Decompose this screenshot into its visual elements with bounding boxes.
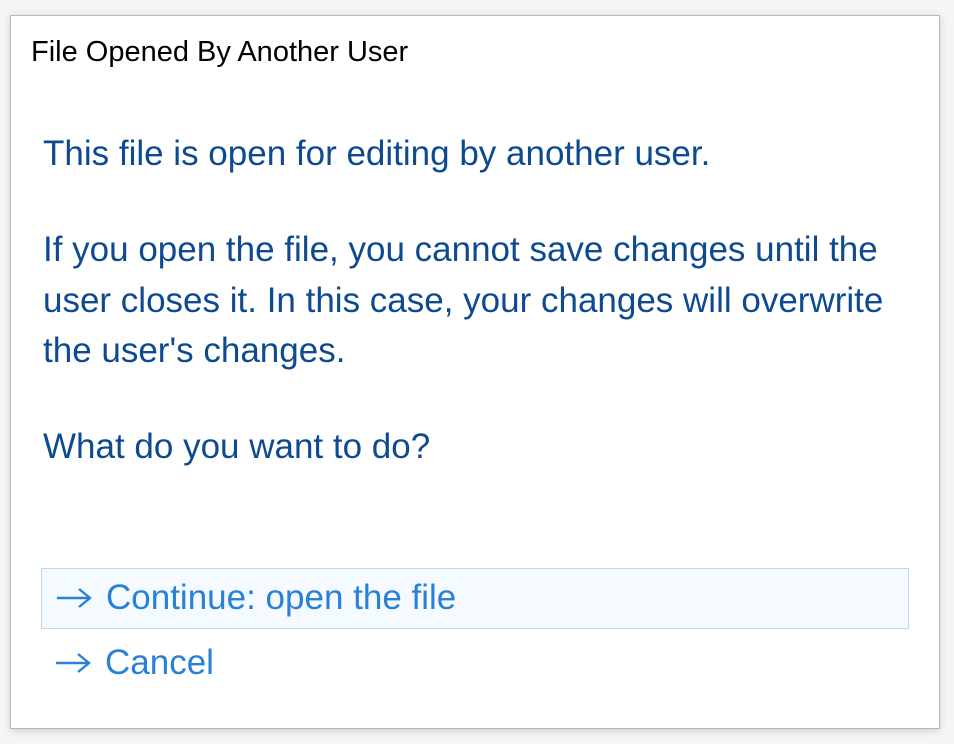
message-prompt: What do you want to do? bbox=[43, 422, 909, 473]
file-lock-dialog: File Opened By Another User This file is… bbox=[10, 15, 940, 729]
continue-button-label: Continue: open the file bbox=[106, 578, 456, 618]
dialog-title: File Opened By Another User bbox=[31, 36, 909, 69]
arrow-right-icon bbox=[53, 649, 93, 677]
message-headline: This file is open for editing by another… bbox=[43, 129, 909, 180]
continue-button[interactable]: Continue: open the file bbox=[41, 568, 909, 629]
cancel-button[interactable]: Cancel bbox=[41, 633, 909, 694]
cancel-button-label: Cancel bbox=[105, 643, 214, 683]
message-explanation: If you open the file, you cannot save ch… bbox=[43, 225, 909, 377]
arrow-right-icon bbox=[54, 584, 94, 612]
